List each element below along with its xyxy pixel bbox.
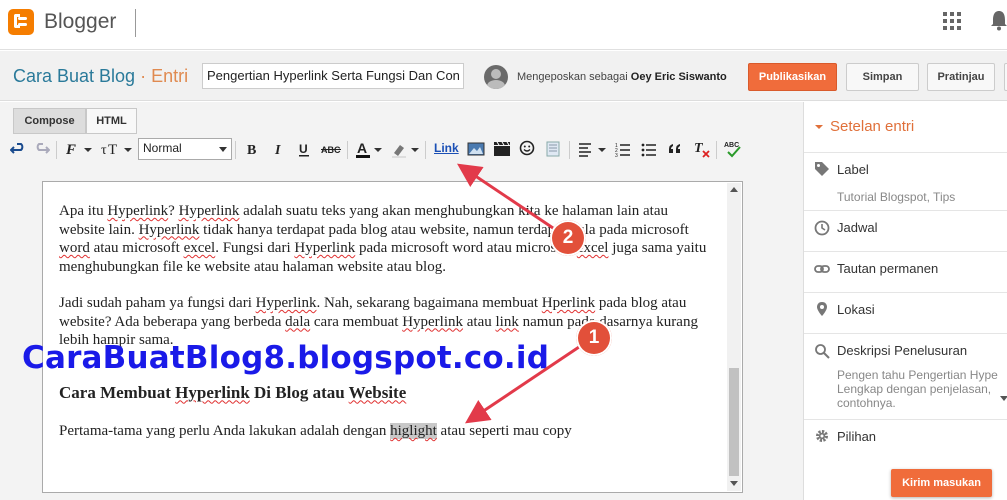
location-pin-icon [817,302,827,316]
step-badge-2: 2 [550,220,586,256]
sidebar-item-title: Deskripsi Penelusuran [837,343,968,358]
sidebar-item-value: Tutorial Blogspot, Tips [837,190,956,204]
sidebar-item-schedule[interactable]: Jadwal [804,210,1007,251]
post-settings-header[interactable]: Setelan entri [814,118,914,135]
caret-down-icon [815,125,823,130]
arrow-to-highlighted-word [465,343,583,424]
gear-icon [816,430,828,442]
post-settings-sidebar: Setelan entri Label Tutorial Blogspot, T… [803,102,1007,500]
sidebar-item-title: Pilihan [837,429,877,444]
sidebar-item-permalink[interactable]: Tautan permanen [804,251,1007,292]
step-badge-1: 1 [576,320,612,356]
link-icon [814,265,830,273]
sidebar-item-label[interactable]: Label Tutorial Blogspot, Tips [804,152,1007,210]
sidebar-item-search-description[interactable]: Deskripsi Penelusuran Pengen tahu Penger… [804,333,1007,419]
search-icon [815,344,830,359]
sidebar-item-options[interactable]: Pilihan [804,419,1007,460]
description-line-3: contohnya. [837,396,896,410]
arrow-to-link-button [457,163,557,232]
sidebar-item-location[interactable]: Lokasi [804,292,1007,333]
sidebar-item-title: Tautan permanen [837,261,939,276]
sidebar-item-title: Label [837,162,869,177]
description-line-1: Pengen tahu Pengertian Hype [837,368,998,382]
send-feedback-button[interactable]: Kirim masukan [891,469,992,497]
sidebar-item-title: Jadwal [837,220,878,235]
tag-icon [815,162,829,176]
sidebar-item-title: Lokasi [837,302,875,317]
description-line-2: Lengkap dengan penjelasan, [837,382,992,396]
scroll-down-icon[interactable] [1000,396,1007,401]
clock-icon [814,220,830,236]
